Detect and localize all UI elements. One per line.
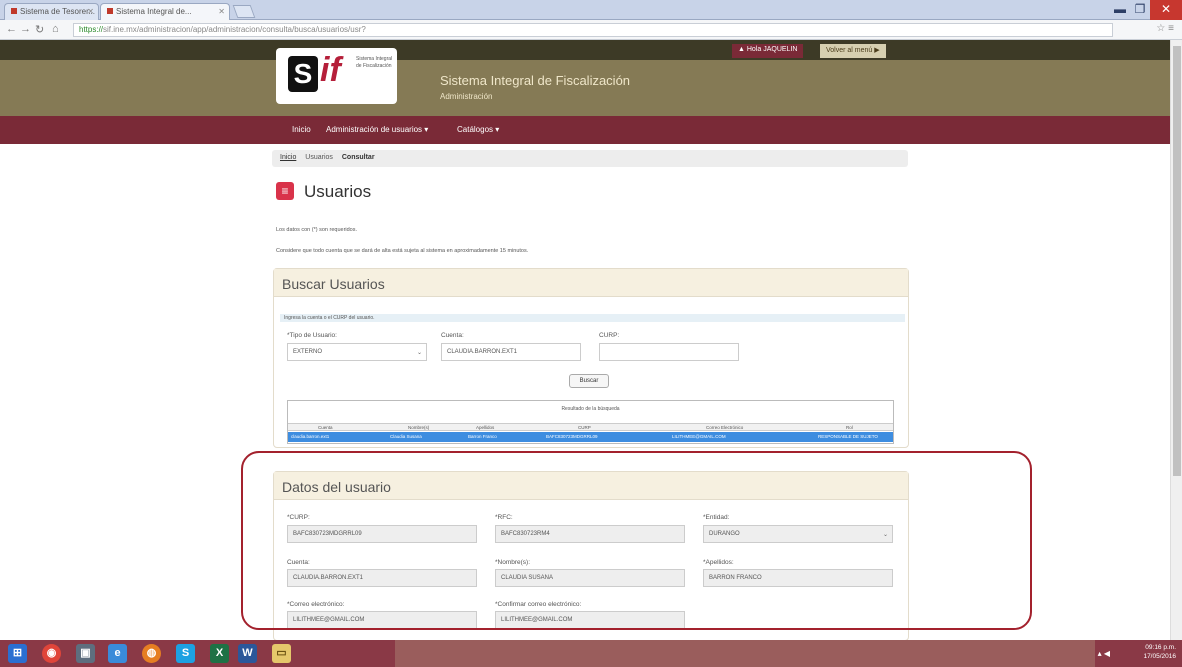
reload-icon[interactable]: ↻: [35, 23, 44, 36]
folder-icon[interactable]: ▭: [272, 644, 291, 663]
windows-taskbar: ⊞ ◉ ▣ e ◍ S X W ▭ ▴ ◀ 09:16 p.m. 17/05/2…: [0, 640, 1182, 667]
close-tab-icon[interactable]: ✕: [218, 7, 225, 16]
chevron-down-icon: ⌄: [416, 350, 422, 356]
cuenta-label: Cuenta:: [441, 332, 464, 339]
menu-item-catalogos[interactable]: Catálogos ▾: [457, 125, 499, 134]
required-note: Los datos con (*) son requeridos.: [276, 227, 358, 233]
cuenta-input[interactable]: CLAUDIA.BARRON.EXT1: [441, 343, 581, 361]
favicon-icon: [11, 8, 17, 14]
browser-tab-bar: Sistema de Tesorer... ✕ Sistema Integral …: [0, 0, 1182, 20]
tipo-usuario-select[interactable]: EXTERNO ⌄: [287, 343, 427, 361]
col-apellidos[interactable]: Apellidos: [476, 425, 494, 430]
new-tab-button[interactable]: [232, 5, 256, 18]
col-cuenta[interactable]: Cuenta: [318, 425, 333, 430]
cell-curp: BAFC830723MDGRRL09: [546, 434, 598, 439]
cell-apellidos: Barron Franco: [468, 434, 497, 439]
address-bar[interactable]: https://sif.ine.mx/administracion/app/ad…: [73, 23, 1113, 37]
menu-item-administracion-usuarios[interactable]: Administración de usuarios ▾: [326, 125, 428, 134]
scrollbar-thumb[interactable]: [1173, 46, 1181, 476]
cell-rol: RESPONSABLE DE SUJETO: [818, 434, 878, 439]
page-title: Usuarios: [304, 182, 372, 201]
skype-icon[interactable]: S: [176, 644, 195, 663]
col-curp[interactable]: CURP: [578, 425, 591, 430]
page-scrollbar[interactable]: [1170, 40, 1182, 640]
windows-start-icon[interactable]: ⊞: [8, 644, 27, 663]
maximize-icon[interactable]: ❐: [1130, 0, 1150, 20]
explorer-icon[interactable]: ▣: [76, 644, 95, 663]
info-note: Considere que todo cuenta que se dará de…: [276, 248, 529, 254]
list-icon: ≡: [276, 182, 294, 200]
cell-nombres: Claudia Susana: [390, 434, 422, 439]
close-tab-icon[interactable]: ✕: [87, 7, 94, 16]
tipo-usuario-label: *Tipo de Usuario:: [287, 332, 337, 339]
url-scheme: https://: [79, 25, 104, 34]
favicon-icon: [107, 8, 113, 14]
minimize-icon[interactable]: ▬: [1110, 0, 1130, 20]
breadcrumb: Inicio Usuarios Consultar: [272, 150, 908, 167]
cell-cuenta: claudia.barron.ext1: [291, 434, 330, 439]
url-path: /administracion/app/administracion/consu…: [136, 25, 366, 34]
user-menu-button[interactable]: ▲ Hola JAQUELIN: [732, 44, 804, 58]
main-menu: Inicio Administración de usuarios ▾ Catá…: [0, 116, 1182, 144]
address-toolbar: ← → ↻ ⌂ https://sif.ine.mx/administracio…: [0, 20, 1182, 40]
breadcrumb-consultar: Consultar: [341, 154, 375, 161]
browser-tab-1[interactable]: Sistema de Tesorer... ✕: [4, 3, 99, 20]
home-icon[interactable]: ⌂: [52, 23, 59, 35]
word-icon[interactable]: W: [238, 644, 257, 663]
results-table: Resultado de la búsqueda Cuenta Nombre(s…: [287, 400, 894, 444]
search-panel-title: Buscar Usuarios: [274, 269, 908, 297]
col-correo[interactable]: Correo Electrónico: [706, 425, 743, 430]
menu-item-inicio[interactable]: Inicio: [292, 125, 311, 134]
excel-icon[interactable]: X: [210, 644, 229, 663]
breadcrumb-usuarios[interactable]: Usuarios: [305, 154, 333, 161]
top-strip: [0, 40, 1182, 60]
internet-explorer-icon[interactable]: e: [108, 644, 127, 663]
window-close-icon[interactable]: ✕: [1150, 0, 1182, 20]
browser-tab-2[interactable]: Sistema Integral de... ✕: [100, 3, 230, 20]
buscar-button[interactable]: Buscar: [569, 374, 609, 388]
breadcrumb-inicio[interactable]: Inicio: [280, 154, 296, 161]
forward-arrow-icon[interactable]: →: [20, 23, 31, 35]
taskbar-clock[interactable]: 09:16 p.m. 17/05/2016: [1143, 643, 1176, 661]
system-subtitle: Administración: [440, 92, 493, 101]
cell-correo: LILITHMEE@GMAIL.COM: [672, 434, 726, 439]
firefox-icon[interactable]: ◍: [142, 644, 161, 663]
search-hint: Ingresa la cuenta o el CURP del usuario.: [280, 314, 905, 322]
back-arrow-icon[interactable]: ←: [6, 23, 17, 35]
col-nombres[interactable]: Nombre(s): [408, 425, 429, 430]
results-title: Resultado de la búsqueda: [561, 406, 620, 412]
system-tray[interactable]: ▴ ◀: [1098, 649, 1110, 658]
sif-logo[interactable]: S if Sistema Integral de Fiscalización: [276, 48, 397, 104]
highlight-annotation: [241, 451, 1032, 630]
col-rol[interactable]: Rol: [846, 425, 853, 430]
system-name: Sistema Integral de Fiscalización: [440, 73, 631, 88]
url-host: sif.ine.mx: [103, 25, 137, 34]
browser-menu-icon[interactable]: ☆ ≡: [1156, 23, 1174, 34]
table-row[interactable]: claudia.barron.ext1 Claudia Susana Barro…: [288, 432, 893, 442]
back-to-menu-button[interactable]: Volver al menú ▶: [820, 44, 886, 58]
results-header: Cuenta Nombre(s) Apellidos CURP Correo E…: [288, 423, 893, 431]
chrome-icon[interactable]: ◉: [42, 644, 61, 663]
curp-search-label: CURP:: [599, 332, 620, 339]
curp-search-input[interactable]: [599, 343, 739, 361]
